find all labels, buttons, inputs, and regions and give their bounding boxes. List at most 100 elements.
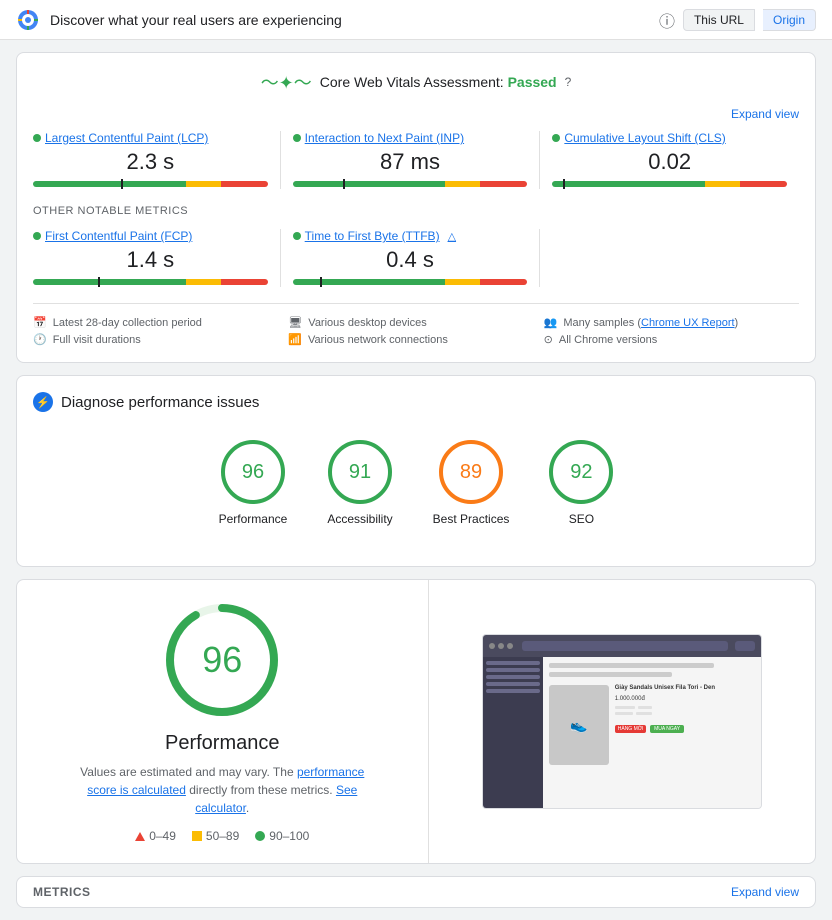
score-value-performance: 96 [242, 461, 264, 484]
info-icon[interactable]: ⓘ [659, 8, 675, 32]
diagnose-card: ⚡ Diagnose performance issues 96 Perform… [16, 375, 816, 567]
fcp-bar-bg [33, 279, 268, 285]
thumb-menu [735, 641, 755, 651]
url-tab[interactable]: This URL [683, 9, 755, 31]
cwv-card: 〜✦〜 Core Web Vitals Assessment: Passed ?… [16, 52, 816, 363]
footer-duration-text: Full visit durations [53, 334, 141, 346]
origin-tab[interactable]: Origin [763, 9, 816, 31]
thumb-header [483, 635, 761, 657]
lcp-label[interactable]: Largest Contentful Paint (LCP) [33, 131, 268, 145]
footer-samples-text: Many samples (Chrome UX Report) [563, 317, 738, 329]
lcp-bar [33, 181, 268, 187]
users-icon: 👥 [544, 316, 558, 329]
inp-label[interactable]: Interaction to Next Paint (INP) [293, 131, 528, 145]
cwv-expand-view[interactable]: Expand view [33, 107, 799, 121]
big-score-number: 96 [202, 639, 242, 681]
legend-yellow: 50–89 [192, 829, 239, 843]
cls-label-text: Cumulative Layout Shift (CLS) [564, 131, 725, 145]
lcp-metric: Largest Contentful Paint (LCP) 2.3 s [33, 131, 281, 189]
score-circle-performance: 96 [221, 440, 285, 504]
legend-green-icon [255, 831, 265, 841]
cwv-help-icon[interactable]: ? [565, 75, 572, 89]
cls-value: 0.02 [552, 149, 787, 175]
score-seo[interactable]: 92 SEO [549, 440, 613, 526]
score-label-best-practices: Best Practices [433, 512, 510, 526]
desktop-icon: 🖥 [288, 316, 302, 329]
lcp-label-text: Largest Contentful Paint (LCP) [45, 131, 208, 145]
footer-item-devices: 🖥 Various desktop devices [288, 316, 543, 329]
footer-col-1: 📅 Latest 28-day collection period 🕐 Full… [33, 316, 288, 346]
legend-green: 90–100 [255, 829, 309, 843]
thumb-dot-2 [498, 643, 504, 649]
lcp-dot [33, 134, 41, 142]
fcp-label[interactable]: First Contentful Paint (FCP) [33, 229, 268, 243]
score-accessibility[interactable]: 91 Accessibility [327, 440, 392, 526]
metrics-footer-expand[interactable]: Expand view [731, 885, 799, 899]
thumb-url-bar [522, 641, 728, 651]
score-value-accessibility: 91 [349, 461, 371, 484]
cwv-header: 〜✦〜 Core Web Vitals Assessment: Passed ? [33, 69, 799, 95]
score-performance[interactable]: 96 Performance [219, 440, 288, 526]
thumb-dot-1 [489, 643, 495, 649]
score-value-seo: 92 [570, 461, 592, 484]
ttfb-info-icon[interactable]: △ [448, 230, 456, 243]
cwv-title-text: Core Web Vitals Assessment: [320, 74, 504, 90]
score-label-accessibility: Accessibility [327, 512, 392, 526]
app-logo [16, 8, 40, 32]
cls-dot [552, 134, 560, 142]
cls-indicator [563, 179, 565, 189]
perf-desc: Values are estimated and may vary. The p… [72, 763, 372, 817]
ttfb-label-text: Time to First Byte (TTFB) [305, 229, 440, 243]
legend-green-range: 90–100 [269, 829, 309, 843]
score-value-best-practices: 89 [460, 461, 482, 484]
perf-desc-middle: directly from these metrics. [186, 783, 336, 797]
ttfb-label[interactable]: Time to First Byte (TTFB) △ [293, 229, 528, 243]
legend-red-icon [135, 832, 145, 841]
legend-yellow-icon [192, 831, 202, 841]
footer-network-text: Various network connections [308, 334, 448, 346]
footer-col-3: 👥 Many samples (Chrome UX Report) ⊙ All … [544, 316, 799, 346]
site-thumbnail: 👟 Giày Sandals Unisex Fila Tori - Den 1.… [482, 634, 762, 809]
cwv-expand-label: Expand view [731, 107, 799, 121]
lcp-value: 2.3 s [33, 149, 268, 175]
legend-yellow-range: 50–89 [206, 829, 239, 843]
header-actions: ⓘ This URL Origin [659, 8, 816, 32]
perf-desc-before: Values are estimated and may vary. The [80, 765, 297, 779]
inp-dot [293, 134, 301, 142]
score-circle-best-practices: 89 [439, 440, 503, 504]
inp-bar [293, 181, 528, 187]
score-circle-accessibility: 91 [328, 440, 392, 504]
fcp-metric: First Contentful Paint (FCP) 1.4 s [33, 229, 281, 287]
lcp-indicator [121, 179, 123, 189]
thumb-dot-3 [507, 643, 513, 649]
inp-metric: Interaction to Next Paint (INP) 87 ms [281, 131, 541, 189]
fcp-label-text: First Contentful Paint (FCP) [45, 229, 192, 243]
legend-red: 0–49 [135, 829, 176, 843]
ttfb-bar-bg [293, 279, 528, 285]
header-title: Discover what your real users are experi… [50, 12, 659, 28]
cwv-icon: 〜✦〜 [261, 69, 312, 95]
cls-metric: Cumulative Layout Shift (CLS) 0.02 [540, 131, 799, 189]
footer-devices-text: Various desktop devices [308, 317, 426, 329]
score-label-seo: SEO [569, 512, 594, 526]
perf-left-panel: 96 Performance Values are estimated and … [17, 580, 429, 863]
thumb-content: 👟 Giày Sandals Unisex Fila Tori - Den 1.… [543, 657, 761, 808]
chrome-ux-report-link[interactable]: Chrome UX Report [641, 317, 735, 329]
main-content: 〜✦〜 Core Web Vitals Assessment: Passed ?… [0, 40, 832, 920]
lcp-bar-bg [33, 181, 268, 187]
fcp-dot [33, 232, 41, 240]
ttfb-indicator [320, 277, 322, 287]
score-circle-seo: 92 [549, 440, 613, 504]
chrome-icon: ⊙ [544, 333, 553, 346]
ttfb-dot [293, 232, 301, 240]
fcp-value: 1.4 s [33, 247, 268, 273]
ttfb-metric: Time to First Byte (TTFB) △ 0.4 s [281, 229, 541, 287]
score-best-practices[interactable]: 89 Best Practices [433, 440, 510, 526]
ttfb-value: 0.4 s [293, 247, 528, 273]
cls-label[interactable]: Cumulative Layout Shift (CLS) [552, 131, 787, 145]
big-perf-label: Performance [165, 732, 280, 755]
footer-item-samples: 👥 Many samples (Chrome UX Report) [544, 316, 799, 329]
fcp-bar [33, 279, 268, 285]
metrics-footer-label: METRICS [33, 885, 91, 899]
other-metrics-row: First Contentful Paint (FCP) 1.4 s Time … [33, 229, 799, 287]
